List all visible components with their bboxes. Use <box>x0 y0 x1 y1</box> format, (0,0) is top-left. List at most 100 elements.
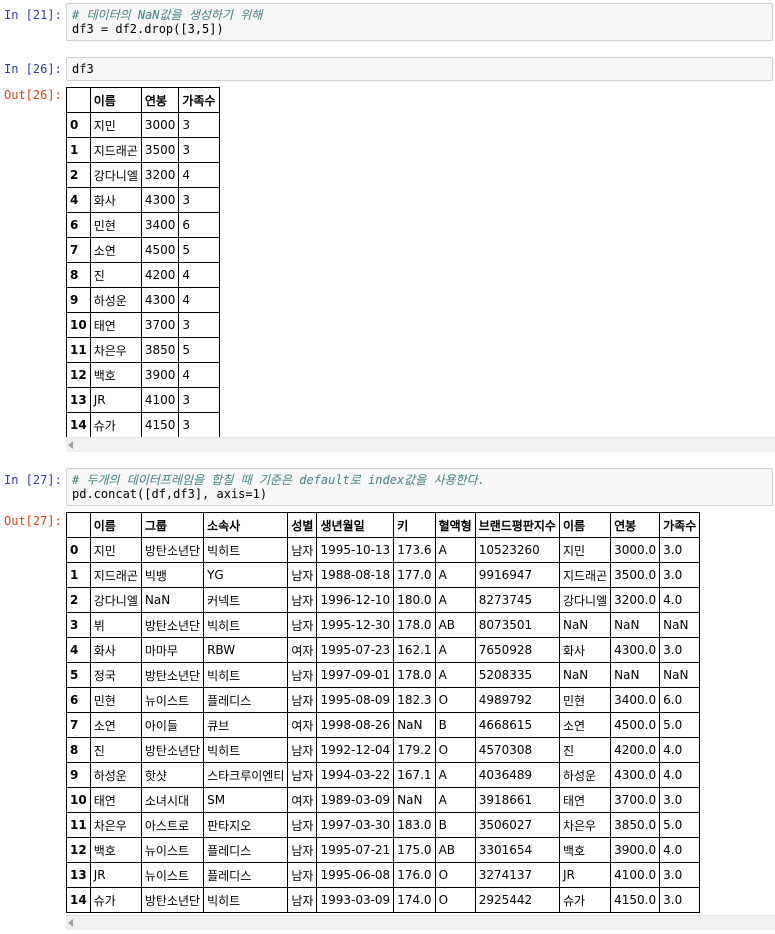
code-cell-21[interactable]: # 데이터의 NaN값을 생성하기 위해 df3 = df2.drop([3,5… <box>66 3 773 41</box>
table-cell: 1998-08-26 <box>316 712 395 738</box>
column-header: 이름 <box>89 87 142 113</box>
table-cell: 남자 <box>287 837 318 863</box>
table-cell: 하성운 <box>89 287 142 313</box>
table-cell: 남자 <box>287 662 318 688</box>
scroll-left-arrow-icon[interactable] <box>68 441 73 449</box>
scroll-left-arrow-icon[interactable] <box>68 919 73 927</box>
table-cell: 뉴이스트 <box>140 687 205 713</box>
table-cell: 4150.0 <box>610 887 661 913</box>
table-cell: 1997-09-01 <box>316 662 395 688</box>
table-row: 8 진 방탄소년단 빅히트 남자 1992-12-04 179.2 O 4570308 진 4200… <box>66 737 701 763</box>
column-header: 가족수 <box>659 512 701 538</box>
code-cell-26[interactable]: df3 <box>66 57 773 81</box>
table-cell: 3900.0 <box>610 837 661 863</box>
row-index: 0 <box>66 112 91 138</box>
table-cell: 3400 <box>140 212 180 238</box>
table-row: 2 강다니엘 NaN 커넥트 남자 1996-12-10 180.0 A 8273745 강다니엘… <box>66 587 701 613</box>
row-index: 14 <box>66 887 91 913</box>
table-cell: 178.0 <box>393 612 436 638</box>
table-cell: 5 <box>178 237 220 263</box>
table-cell: 5 <box>178 337 220 363</box>
table-cell: 슈가 <box>89 887 142 913</box>
table-cell: 남자 <box>287 562 318 588</box>
table-cell: 플레디스 <box>203 862 289 888</box>
row-index: 12 <box>66 362 91 388</box>
table-cell: 3.0 <box>659 887 701 913</box>
table-cell: 남자 <box>287 762 318 788</box>
table-cell: 하성운 <box>89 762 142 788</box>
table-cell: 8273745 <box>474 587 560 613</box>
table-cell: 빅히트 <box>203 537 289 563</box>
table-cell: 3918661 <box>474 787 560 813</box>
table-row: 8 진 4200 4 <box>66 262 220 288</box>
column-header: 그룹 <box>140 512 205 538</box>
table-cell: 핫샷 <box>140 762 205 788</box>
table-cell: 방탄소년단 <box>140 887 205 913</box>
table-cell: 4668615 <box>474 712 560 738</box>
table-row: 4 화사 4300 3 <box>66 187 220 213</box>
horizontal-scrollbar[interactable] <box>66 437 775 452</box>
table-cell: 지드래곤 <box>89 562 142 588</box>
table-cell: O <box>434 862 476 888</box>
table-cell: 태연 <box>558 787 612 813</box>
table-cell: 진 <box>89 737 142 763</box>
table-cell: 여자 <box>287 637 318 663</box>
table-cell: 3 <box>178 387 220 413</box>
table-row: 1 지드래곤 빅뱅 YG 남자 1988-08-18 177.0 A 9916947 지드래곤 35… <box>66 562 701 588</box>
table-cell: 3.0 <box>659 537 701 563</box>
table-cell: 뉴이스트 <box>140 837 205 863</box>
table-cell: 4 <box>178 362 220 388</box>
table-cell: SM <box>203 787 289 813</box>
table-cell: AB <box>434 837 476 863</box>
table-cell: 3 <box>178 187 220 213</box>
table-cell: 남자 <box>287 737 318 763</box>
row-index: 7 <box>66 712 91 738</box>
table-cell: O <box>434 687 476 713</box>
table-cell: 방탄소년단 <box>140 737 205 763</box>
table-cell: 소연 <box>558 712 612 738</box>
table-cell: 6 <box>178 212 220 238</box>
table-row: 1 지드래곤 3500 3 <box>66 137 220 163</box>
column-header: 가족수 <box>178 87 220 113</box>
table-cell: YG <box>203 562 289 588</box>
table-cell: 방탄소년단 <box>140 612 205 638</box>
table-cell: 정국 <box>89 662 142 688</box>
column-header: 연봉 <box>140 87 180 113</box>
table-cell: 4989792 <box>474 687 560 713</box>
table-cell: 173.6 <box>393 537 436 563</box>
table-cell: 아스트로 <box>140 812 205 838</box>
table-row: 9 하성운 핫샷 스타크루이엔티 남자 1994-03-22 167.1 A 4036489 하성… <box>66 762 701 788</box>
table-row: 7 소연 4500 5 <box>66 237 220 263</box>
table-cell: 4036489 <box>474 762 560 788</box>
row-index: 10 <box>66 312 91 338</box>
table-cell: 3400.0 <box>610 687 661 713</box>
table-cell: 3.0 <box>659 787 701 813</box>
table-row: 0 지민 방탄소년단 빅히트 남자 1995-10-13 173.6 A 10523260 지민 3… <box>66 537 701 563</box>
table-row: 7 소연 아이들 큐브 여자 1998-08-26 NaN B 4668615 소연 4500.0 5… <box>66 712 701 738</box>
table-cell: NaN <box>558 612 612 638</box>
table-cell: 태연 <box>89 787 142 813</box>
code-cell-27[interactable]: # 두개의 데이터프레임을 합칠 때 기준은 default로 index값을 … <box>66 468 773 506</box>
table-cell: 3274137 <box>474 862 560 888</box>
table-cell: 4500 <box>140 237 180 263</box>
row-index: 6 <box>66 687 91 713</box>
table-row: 4 화사 마마무 RBW 여자 1995-07-23 162.1 A 7650928 화사 4300… <box>66 637 701 663</box>
table-cell: 지드래곤 <box>89 137 142 163</box>
table-cell: A <box>434 662 476 688</box>
table-cell: 뉴이스트 <box>140 862 205 888</box>
table-cell: NaN <box>610 612 661 638</box>
table-cell: RBW <box>203 637 289 663</box>
table-cell: 3.0 <box>659 562 701 588</box>
table-row: 2 강다니엘 3200 4 <box>66 162 220 188</box>
table-cell: O <box>434 887 476 913</box>
table-cell: 5.0 <box>659 712 701 738</box>
table-cell: A <box>434 587 476 613</box>
horizontal-scrollbar[interactable] <box>66 915 775 930</box>
table-cell: AB <box>434 612 476 638</box>
table-cell: JR <box>89 862 142 888</box>
table-row: 10 태연 3700 3 <box>66 312 220 338</box>
table-cell: 3 <box>178 137 220 163</box>
table-cell: 태연 <box>89 312 142 338</box>
table-cell: 4300.0 <box>610 637 661 663</box>
table-cell: 3.0 <box>659 637 701 663</box>
